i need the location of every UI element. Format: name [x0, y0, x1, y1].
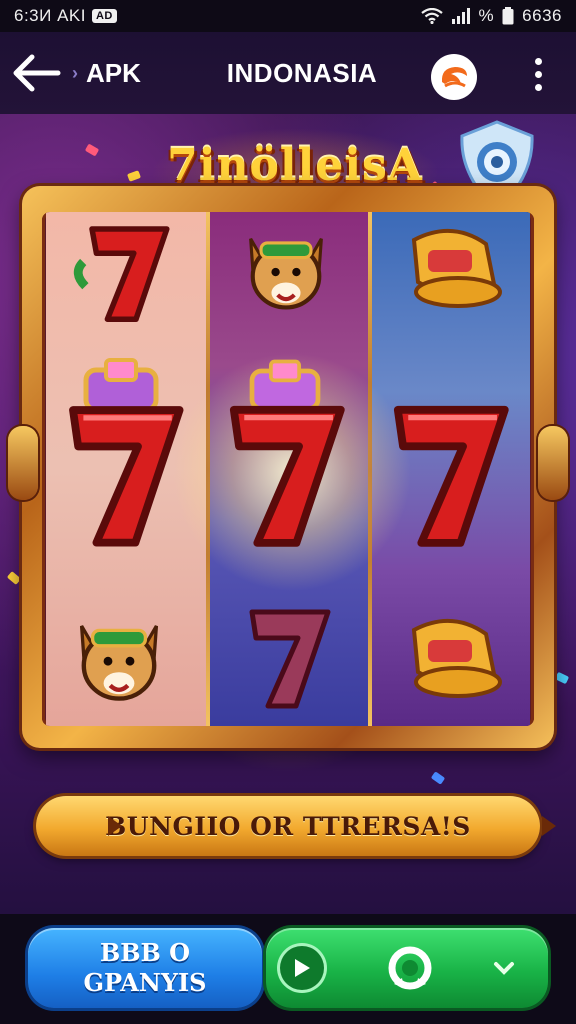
seven-symbol: [249, 609, 331, 709]
bonus-button-line1: BBB O: [99, 938, 191, 967]
play-icon: [280, 946, 324, 990]
bonus-button[interactable]: BBB O GPANYIS: [28, 928, 262, 1008]
arrow-left-icon: [13, 54, 61, 92]
seven-symbol: [229, 405, 345, 547]
arrow-right-icon: [542, 816, 556, 836]
slot-game-screen: 6:3И AKI AD % 6636 › APK INDONASIA 7inöl…: [0, 0, 576, 1024]
status-clock: 6636: [522, 6, 562, 25]
collect-button-label: BUNGIIO OR TTRERSA!S: [105, 811, 471, 841]
spin-button[interactable]: [266, 928, 548, 1008]
slot-machine-frame: [8, 186, 568, 748]
apk-label: APK: [86, 57, 141, 88]
bottom-bar: BBB O GPANYIS: [0, 914, 576, 1024]
signal-icon: [451, 8, 470, 24]
status-time: 6:3И AKI: [14, 6, 86, 25]
confetti: [430, 771, 446, 785]
frame-bolt-right: [538, 426, 568, 500]
brand-logo-icon[interactable]: [431, 54, 477, 100]
spin-refresh-icon: [388, 946, 432, 990]
seven-symbol: [393, 405, 509, 547]
dog-symbol: [249, 238, 323, 310]
more-vertical-icon[interactable]: [520, 52, 556, 96]
slot-reels: [42, 212, 534, 726]
bonus-button-line2: GPANYIS: [83, 968, 207, 997]
page-title: INDONASIA: [226, 57, 378, 88]
battery-icon: [502, 7, 514, 25]
status-badge: AD: [91, 9, 117, 23]
wifi-icon: [420, 8, 443, 24]
confetti: [554, 671, 570, 685]
frame-bolt-left: [8, 426, 38, 500]
confetti: [6, 571, 22, 585]
confetti: [84, 143, 100, 157]
reel-divider: [368, 212, 372, 726]
confetti: [126, 170, 142, 182]
back-button[interactable]: [0, 32, 72, 114]
status-bar: 6:3И AKI AD % 6636: [0, 0, 576, 32]
arrow-right-icon: [108, 816, 122, 836]
collect-button[interactable]: BUNGIIO OR TTRERSA!S: [36, 796, 556, 856]
apk-link[interactable]: › APK: [72, 58, 192, 89]
chevron-down-icon: [494, 962, 514, 975]
dog-symbol: [79, 625, 159, 701]
battery-percent: %: [478, 6, 495, 25]
reel-divider: [206, 212, 210, 726]
chevron-right-icon: ›: [72, 62, 78, 83]
golden-bell-symbol: [411, 228, 502, 308]
app-bar: › APK INDONASIA: [0, 32, 576, 114]
seven-symbol: [69, 406, 184, 547]
seven-symbol: [73, 226, 170, 322]
golden-bell-symbol: [411, 618, 502, 698]
